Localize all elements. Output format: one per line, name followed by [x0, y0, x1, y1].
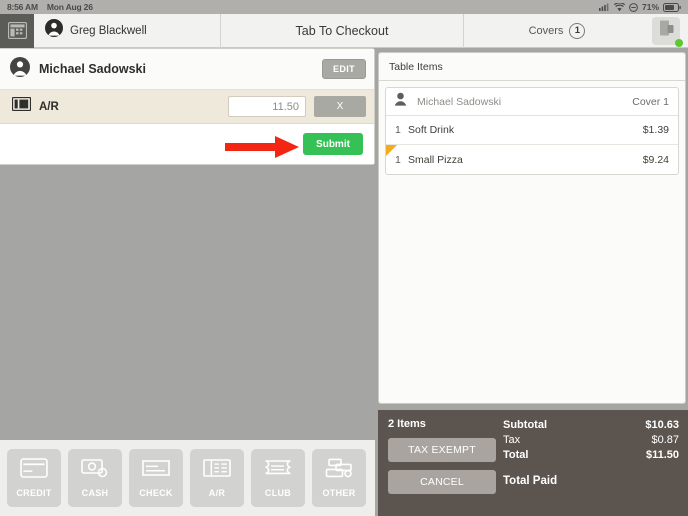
subtotal-line: Subtotal $10.63	[503, 419, 679, 431]
totals-right-column: Subtotal $10.63 Tax $0.87 Total $11.50 T…	[503, 419, 679, 487]
wifi-icon	[613, 2, 625, 12]
annotation-arrow-icon	[225, 134, 303, 165]
payment-tile-ar[interactable]: A/R	[190, 449, 244, 507]
payment-customer-name: Michael Sadowski	[39, 62, 146, 76]
subtotal-label: Subtotal	[503, 419, 547, 431]
nav-user-name: Greg Blackwell	[70, 24, 147, 37]
item-price: $1.39	[642, 124, 669, 136]
payment-panel: Michael Sadowski EDIT A/R 11.50 X Submit	[0, 48, 375, 165]
covers-label: Covers	[528, 24, 564, 37]
payment-tile-label: CASH	[81, 488, 109, 498]
table-row[interactable]: 1 Soft Drink $1.39	[386, 116, 678, 145]
tax-exempt-button[interactable]: TAX EXEMPT	[388, 438, 496, 462]
status-date: Mon Aug 26	[46, 2, 93, 12]
subtotal-value: $10.63	[645, 419, 679, 431]
status-time: 8:56 AM	[7, 2, 38, 12]
payment-tile-club[interactable]: CLUB	[251, 449, 305, 507]
pos-app-screen: 8:56 AM Mon Aug 26 71% Greg Blackwell Ta…	[0, 0, 688, 516]
payment-tile-label: CHECK	[139, 488, 173, 498]
printer-button[interactable]	[652, 16, 683, 47]
total-paid-label: Total Paid	[503, 475, 558, 487]
register-icon[interactable]	[0, 13, 34, 48]
other-payment-icon	[325, 458, 353, 483]
battery-percent: 71%	[641, 2, 659, 12]
total-label: Total	[503, 449, 529, 461]
payment-tile-label: A/R	[208, 488, 226, 498]
submit-button[interactable]: Submit	[303, 133, 363, 155]
tax-line: Tax $0.87	[503, 434, 679, 446]
credit-card-icon	[20, 458, 48, 483]
cover-items-card: Michael Sadowski Cover 1 1 Soft Drink $1…	[385, 87, 679, 175]
item-price: $9.24	[642, 153, 669, 166]
tax-label: Tax	[503, 434, 521, 446]
cancel-button[interactable]: CANCEL	[388, 470, 496, 494]
item-name: Small Pizza	[408, 153, 463, 166]
item-flag-icon	[386, 145, 397, 156]
table-row[interactable]: 1 Small Pizza $9.24	[386, 145, 678, 174]
do-not-disturb-icon	[629, 2, 638, 12]
user-avatar-icon	[10, 56, 30, 82]
printer-icon	[659, 20, 674, 41]
payment-method-label: A/R	[39, 100, 59, 113]
club-card-icon	[264, 458, 292, 483]
nav-current-user[interactable]: Greg Blackwell	[34, 14, 220, 48]
totals-left-column: 2 Items TAX EXEMPT CANCEL	[388, 418, 503, 502]
item-qty: 1	[395, 124, 401, 136]
status-indicators: 71%	[598, 2, 681, 12]
payment-tile-cash[interactable]: CASH	[68, 449, 122, 507]
check-icon	[142, 458, 170, 483]
payment-actions: Submit	[0, 124, 374, 164]
covers-control[interactable]: Covers 1	[464, 22, 650, 39]
total-value: $11.50	[645, 449, 679, 461]
payment-amount-field[interactable]: 11.50	[228, 96, 306, 117]
payment-tile-label: OTHER	[322, 488, 356, 498]
cover-number-label: Cover 1	[632, 95, 669, 108]
payment-type-toolbar: CREDIT CASH CHECK A/R CLUB OTHER	[0, 440, 375, 516]
payment-tile-other[interactable]: OTHER	[312, 449, 366, 507]
top-navigation-bar: Greg Blackwell Tab To Checkout Covers 1	[0, 13, 688, 48]
table-items-header: Table Items	[379, 53, 685, 81]
printer-status-dot	[675, 38, 683, 47]
covers-count-badge: 1	[569, 22, 586, 39]
payment-tile-credit[interactable]: CREDIT	[7, 449, 61, 507]
cash-icon	[81, 458, 109, 483]
cover-header-row[interactable]: Michael Sadowski Cover 1	[386, 88, 678, 116]
page-title: Tab To Checkout	[295, 23, 389, 38]
edit-button[interactable]: EDIT	[322, 59, 366, 79]
item-name: Soft Drink	[408, 124, 455, 136]
user-avatar-icon	[45, 19, 63, 42]
payment-tile-label: CREDIT	[16, 488, 52, 498]
signal-icon	[598, 3, 610, 11]
tax-value: $0.87	[651, 434, 679, 446]
status-bar: 8:56 AM Mon Aug 26 71%	[0, 0, 688, 14]
clear-amount-button[interactable]: X	[314, 96, 366, 117]
total-line: Total $11.50	[503, 449, 679, 461]
ar-ticket-icon	[203, 458, 231, 483]
battery-icon	[663, 2, 681, 12]
payment-customer-row: Michael Sadowski EDIT	[0, 49, 374, 90]
table-items-panel: Table Items Michael Sadowski Cover 1 1 S…	[378, 52, 686, 404]
payment-tile-label: CLUB	[264, 488, 292, 498]
ar-ticket-icon	[11, 96, 32, 116]
payment-tile-check[interactable]: CHECK	[129, 449, 183, 507]
person-icon	[394, 92, 407, 111]
totals-footer: 2 Items TAX EXEMPT CANCEL Subtotal $10.6…	[378, 410, 688, 516]
item-count-label: 2 Items	[388, 418, 426, 430]
payment-method-row-ar: A/R 11.50 X	[0, 90, 374, 124]
cover-customer-name: Michael Sadowski	[417, 95, 502, 108]
